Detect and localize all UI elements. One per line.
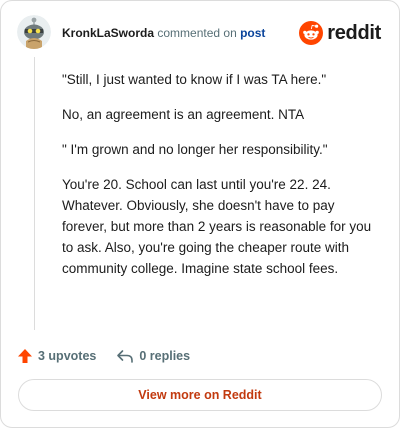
upvote-arrow-icon [18, 349, 32, 363]
commented-on-text: commented on [157, 26, 237, 40]
comment-body: "Still, I just wanted to know if I was T… [62, 69, 382, 293]
comment-paragraph: "Still, I just wanted to know if I was T… [62, 72, 327, 87]
comment-byline: KronkLaSworda commented on post [62, 26, 265, 40]
comment-actions: 3 upvotes 0 replies [17, 345, 190, 367]
comment-header: KronkLaSworda commented on post reddit [17, 15, 383, 51]
reply-count: 0 replies [139, 349, 191, 363]
view-more-button[interactable]: View more on Reddit [18, 379, 382, 411]
upvote-button[interactable]: 3 upvotes [17, 348, 96, 364]
snoo-avatar-icon [17, 15, 51, 49]
comment-embed-card: KronkLaSworda commented on post reddit "… [0, 0, 400, 428]
reddit-logo-icon [299, 21, 324, 45]
comment-paragraph: You're 20. School can last until you're … [62, 177, 372, 276]
comment-paragraph: No, an agreement is an agreement. NTA [62, 107, 305, 122]
comment-paragraph: " I'm grown and no longer her responsibi… [62, 142, 328, 157]
user-avatar[interactable] [17, 15, 51, 49]
reply-button[interactable]: 0 replies [116, 348, 190, 364]
username-link[interactable]: KronkLaSworda [62, 26, 154, 40]
reddit-wordmark: reddit [327, 21, 381, 44]
post-link[interactable]: post [240, 26, 265, 40]
thread-line [34, 57, 35, 330]
upvote-count: 3 upvotes [38, 349, 97, 363]
reddit-logo[interactable]: reddit [299, 20, 381, 46]
reply-arrow-icon [117, 350, 134, 363]
